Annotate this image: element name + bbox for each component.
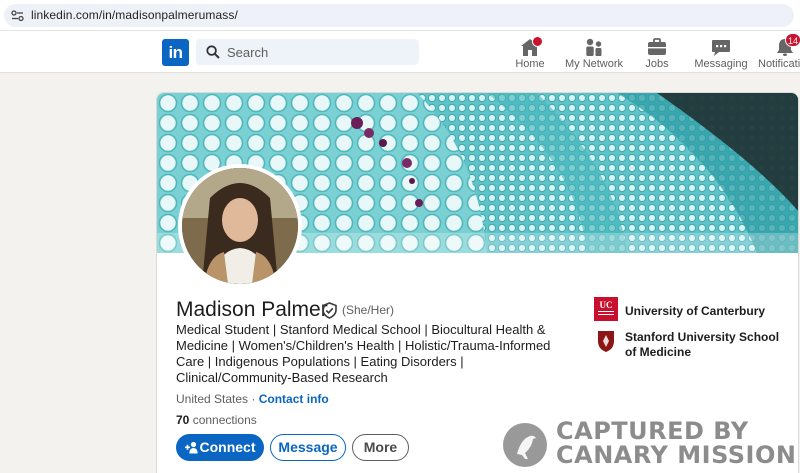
profile-pronouns: (She/Her) [342, 303, 395, 317]
location-separator: · [251, 392, 256, 406]
nav-home[interactable]: Home [497, 35, 563, 71]
more-button[interactable]: More [352, 434, 409, 461]
message-button[interactable]: Message [270, 434, 346, 461]
profile-location: United States [176, 392, 249, 406]
nav-home-label: Home [515, 58, 545, 70]
nav-notifications-label: Notificati [758, 58, 800, 70]
profile-headline: Medical Student | Stanford Medical Schoo… [176, 322, 551, 385]
nav-messaging[interactable]: Messaging [688, 35, 754, 71]
contact-info-link[interactable]: Contact info [259, 392, 329, 406]
connections-label: connections [192, 413, 257, 427]
site-settings-icon[interactable] [11, 9, 24, 22]
network-icon [586, 38, 602, 56]
linkedin-logo[interactable]: in [162, 39, 189, 66]
canary-mission-watermark: CAPTURED BY CANARY MISSION [503, 419, 800, 473]
watermark-line-1: CAPTURED BY [556, 417, 749, 445]
search-input[interactable]: Search [196, 39, 419, 65]
top-nav: in Search Home My Network Jobs Messaging… [0, 31, 800, 73]
profile-location-line: United States · Contact info [176, 392, 329, 406]
watermark-text: CAPTURED BY CANARY MISSION [556, 419, 796, 467]
education-item-canterbury[interactable]: University of Canterbury [625, 304, 765, 319]
nav-jobs[interactable]: Jobs [624, 35, 690, 71]
chat-icon [712, 40, 730, 56]
nav-jobs-label: Jobs [645, 58, 669, 70]
svg-text:UC: UC [600, 300, 613, 310]
nav-my-network-label: My Network [564, 58, 624, 70]
watermark-line-2: CANARY MISSION [556, 441, 797, 469]
nav-notifications[interactable]: Notificati 14 [752, 33, 800, 71]
connections-count: 70 [176, 413, 190, 427]
connect-button[interactable]: Connect [176, 434, 264, 461]
briefcase-icon [648, 38, 666, 55]
stanford-shield-logo[interactable] [594, 329, 618, 353]
home-notification-dot [532, 36, 543, 47]
nav-my-network[interactable]: My Network [561, 35, 627, 71]
education-item-stanford[interactable]: Stanford University School of Medicine [625, 330, 790, 360]
profile-photo[interactable] [178, 164, 302, 288]
verified-shield-icon[interactable] [321, 302, 338, 319]
browser-address-bar: linkedin.com/in/madisonpalmerumass/ [0, 0, 800, 31]
profile-photo-image [182, 168, 298, 284]
add-person-icon [184, 441, 198, 454]
url-field[interactable]: linkedin.com/in/madisonpalmerumass/ [4, 4, 794, 27]
search-icon [206, 45, 220, 59]
url-text: linkedin.com/in/madisonpalmerumass/ [31, 8, 238, 22]
connections-line[interactable]: 70 connections [176, 413, 257, 427]
canary-bird-icon [503, 423, 547, 467]
uc-logo[interactable]: UC [594, 297, 618, 321]
profile-name: Madison Palmer [176, 298, 328, 321]
nav-messaging-label: Messaging [694, 58, 748, 70]
connect-button-label: Connect [199, 439, 256, 455]
search-placeholder: Search [227, 45, 269, 60]
notification-count-badge: 14 [785, 33, 800, 47]
